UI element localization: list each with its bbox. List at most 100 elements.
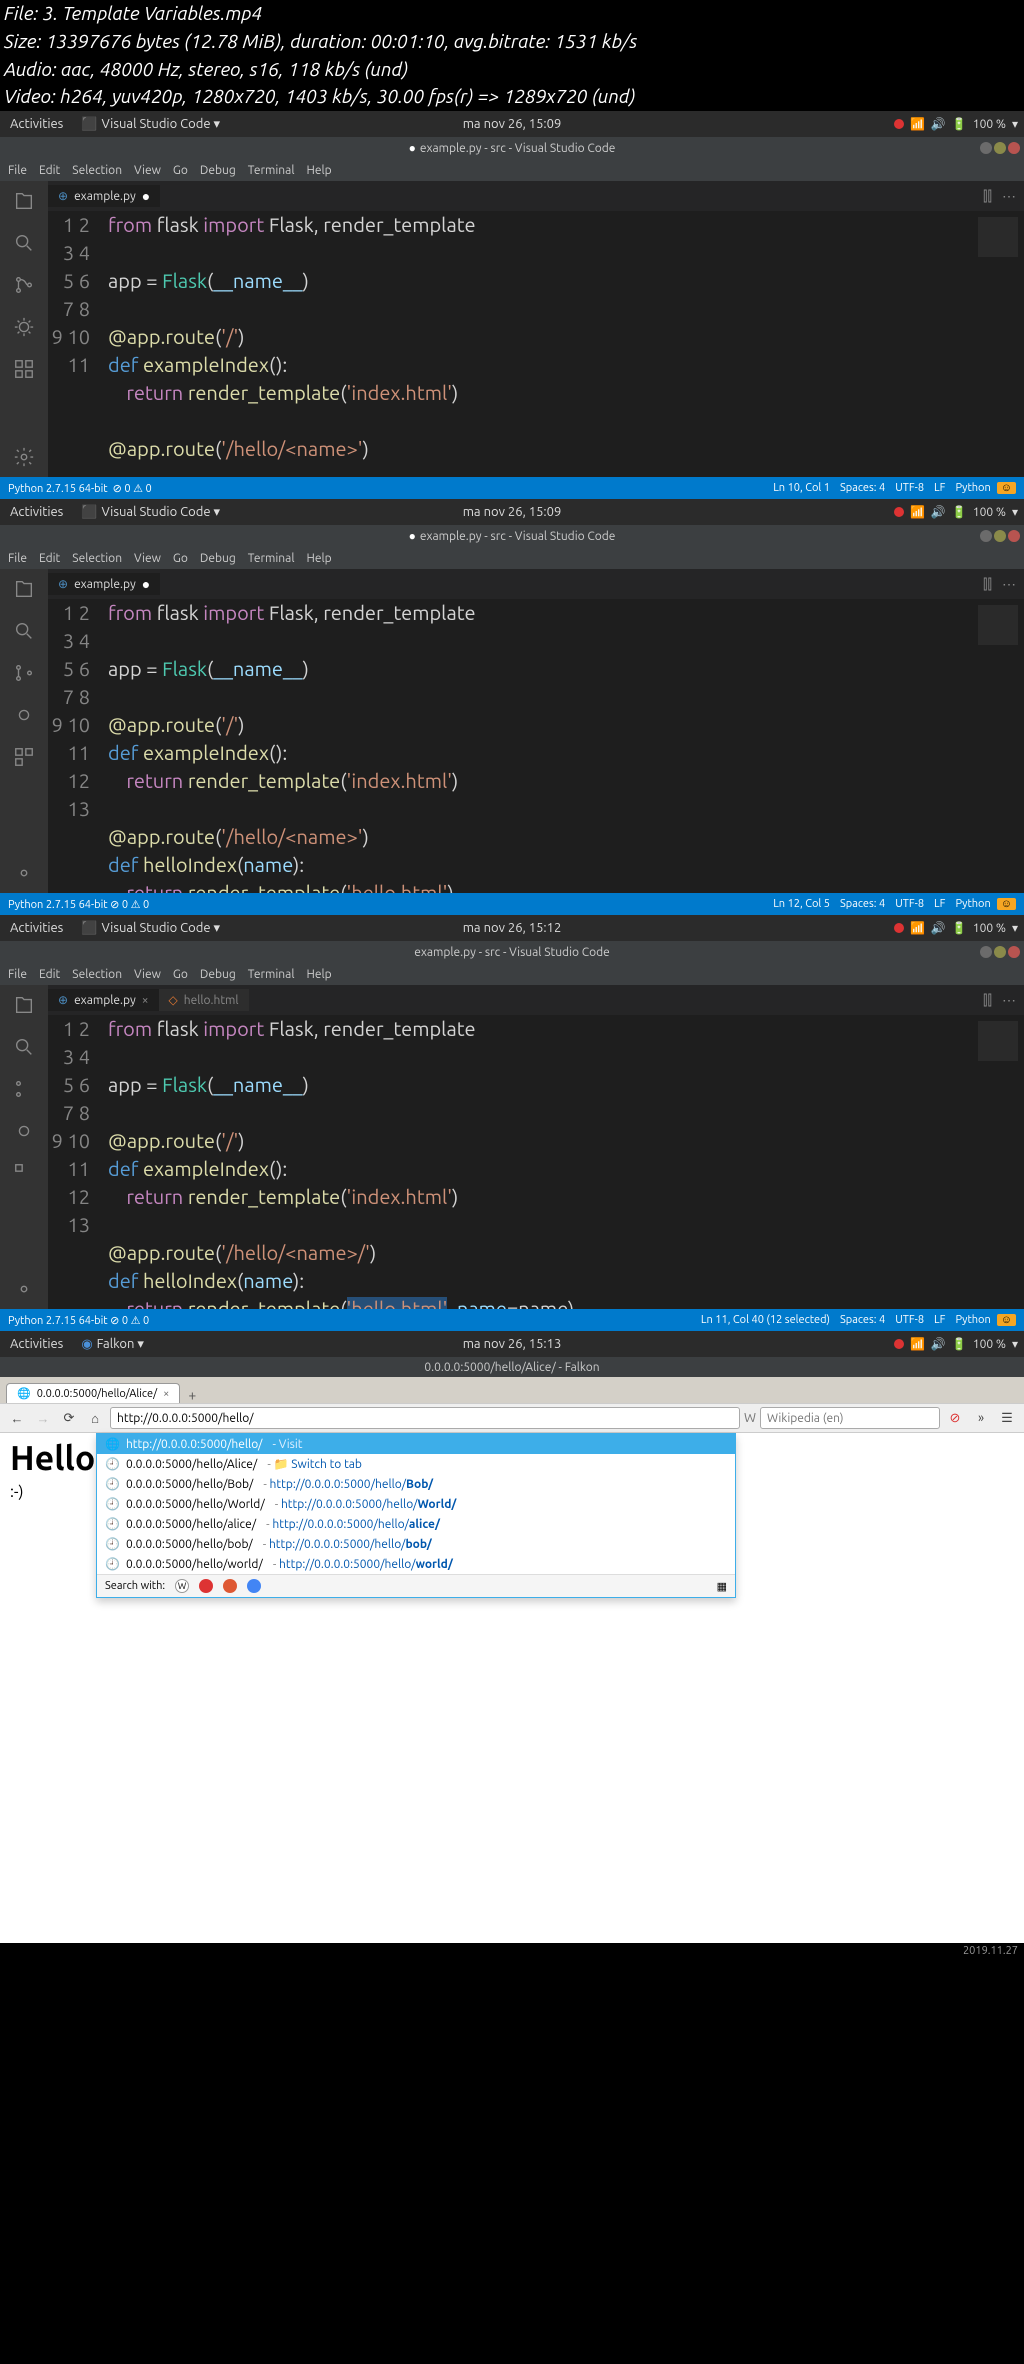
extensions-icon[interactable] xyxy=(12,1161,36,1185)
status-lang[interactable]: Python xyxy=(955,482,990,494)
battery-icon[interactable]: 🔋 xyxy=(952,117,967,131)
app-menu[interactable]: ⬛Visual Studio Code ▾ xyxy=(73,117,228,132)
debug-icon[interactable] xyxy=(12,703,36,727)
scm-icon[interactable] xyxy=(12,1077,36,1101)
menu-view[interactable]: View xyxy=(134,968,161,981)
status-python[interactable]: Python 2.7.15 64-bit xyxy=(8,483,108,495)
clock[interactable]: ma nov 26, 15:09 xyxy=(463,505,562,519)
system-tray[interactable]: 📶 🔊 🔋 100 % ▾ xyxy=(894,117,1018,131)
menu-help[interactable]: Help xyxy=(306,552,331,565)
search-icon[interactable] xyxy=(12,231,36,255)
menu-help[interactable]: Help xyxy=(306,968,331,981)
settings-gear-icon[interactable] xyxy=(12,445,36,469)
menu-selection[interactable]: Selection xyxy=(72,552,122,565)
menu-debug[interactable]: Debug xyxy=(200,552,236,565)
debug-icon[interactable] xyxy=(12,1119,36,1143)
menu-edit[interactable]: Edit xyxy=(39,968,60,981)
new-tab-button[interactable]: + xyxy=(184,1387,200,1403)
tab-example-py[interactable]: ⊕example.py● xyxy=(48,573,160,595)
more-icon[interactable]: ⋯ xyxy=(1002,188,1016,205)
search-engine-opera-icon[interactable] xyxy=(199,1579,213,1593)
menu-terminal[interactable]: Terminal xyxy=(248,968,295,981)
search-icon[interactable] xyxy=(12,619,36,643)
home-button[interactable]: ⌂ xyxy=(84,1407,106,1429)
status-eol[interactable]: LF xyxy=(934,482,945,494)
menu-debug[interactable]: Debug xyxy=(200,968,236,981)
status-spaces[interactable]: Spaces: 4 xyxy=(840,482,885,494)
url-bar[interactable] xyxy=(110,1407,740,1429)
menu-go[interactable]: Go xyxy=(173,552,188,565)
forward-button[interactable]: → xyxy=(32,1407,54,1429)
menu-edit[interactable]: Edit xyxy=(39,164,60,177)
dropdown-item-selected[interactable]: 🌐 http://0.0.0.0:5000/hello/ - Visit xyxy=(97,1434,735,1454)
code-editor[interactable]: 1 2 3 4 5 6 7 8 9 10 11 12 13 from flask… xyxy=(48,1015,1024,1309)
scm-icon[interactable] xyxy=(12,273,36,297)
activities-button[interactable]: Activities xyxy=(0,117,73,131)
settings-gear-icon[interactable] xyxy=(12,861,36,885)
network-icon[interactable]: 📶 xyxy=(910,117,925,131)
status-problems[interactable]: ⊘ 0 ⚠ 0 xyxy=(113,483,152,495)
code-content[interactable]: from flask import Flask, render_template… xyxy=(108,211,964,477)
status-feedback[interactable]: ☺ xyxy=(997,482,1016,494)
browser-viewport[interactable]: Hello A :-) 🌐 http://0.0.0.0:5000/hello/… xyxy=(0,1433,1024,1943)
dropdown-item[interactable]: 🕘0.0.0.0:5000/hello/Bob/ - http://0.0.0.… xyxy=(97,1474,735,1494)
status-cursor[interactable]: Ln 10, Col 1 xyxy=(773,482,830,494)
dropdown-item[interactable]: 🕘0.0.0.0:5000/hello/alice/ - http://0.0.… xyxy=(97,1514,735,1534)
activities-button[interactable]: Activities xyxy=(0,505,73,519)
code-editor[interactable]: 1 2 3 4 5 6 7 8 9 10 11 from flask impor… xyxy=(48,211,1024,477)
explorer-icon[interactable] xyxy=(12,993,36,1017)
menu-edit[interactable]: Edit xyxy=(39,552,60,565)
menu-file[interactable]: File xyxy=(8,968,27,981)
reload-button[interactable]: ⟳ xyxy=(58,1407,80,1429)
code-editor[interactable]: 1 2 3 4 5 6 7 8 9 10 11 12 13 from flask… xyxy=(48,599,1024,893)
menu-view[interactable]: View xyxy=(134,164,161,177)
menu-go[interactable]: Go xyxy=(173,164,188,177)
volume-icon[interactable]: 🔊 xyxy=(931,117,946,131)
search-engine-wikipedia-icon[interactable]: W xyxy=(175,1579,189,1593)
debug-icon[interactable] xyxy=(12,315,36,339)
search-icon[interactable] xyxy=(12,1035,36,1059)
menu-help[interactable]: Help xyxy=(306,164,331,177)
tab-example-py[interactable]: ⊕example.py× xyxy=(48,989,159,1011)
power-icon[interactable]: ▾ xyxy=(1012,117,1018,131)
browser-tab[interactable]: 🌐 0.0.0.0:5000/hello/Alice/ × xyxy=(6,1383,180,1403)
menu-view[interactable]: View xyxy=(134,552,161,565)
search-bar[interactable] xyxy=(760,1407,940,1429)
minimap[interactable] xyxy=(964,211,1024,477)
menu-file[interactable]: File xyxy=(8,552,27,565)
extensions-icon[interactable] xyxy=(12,745,36,769)
dropdown-item[interactable]: 🕘0.0.0.0:5000/hello/Alice/ - 📁 Switch to… xyxy=(97,1454,735,1474)
menu-selection[interactable]: Selection xyxy=(72,968,122,981)
settings-gear-icon[interactable] xyxy=(12,1277,36,1301)
notification-icon[interactable] xyxy=(894,119,904,129)
tab-close-icon[interactable]: × xyxy=(163,1388,169,1400)
app-menu[interactable]: ⬛Visual Studio Code ▾ xyxy=(73,505,228,520)
expand-icon[interactable]: ▦ xyxy=(717,1580,727,1593)
menu-icon[interactable]: ☰ xyxy=(996,1407,1018,1429)
scm-icon[interactable] xyxy=(12,661,36,685)
search-engine-google-icon[interactable] xyxy=(247,1579,261,1593)
chevron-icon[interactable]: » xyxy=(970,1407,992,1429)
menu-go[interactable]: Go xyxy=(173,968,188,981)
search-engine-duckduckgo-icon[interactable] xyxy=(223,1579,237,1593)
tab-hello-html[interactable]: ◇hello.html xyxy=(159,989,249,1011)
menu-selection[interactable]: Selection xyxy=(72,164,122,177)
clock[interactable]: ma nov 26, 15:09 xyxy=(463,117,562,131)
maximize-button[interactable] xyxy=(994,142,1006,154)
explorer-icon[interactable] xyxy=(12,189,36,213)
dropdown-item[interactable]: 🕘0.0.0.0:5000/hello/World/ - http://0.0.… xyxy=(97,1494,735,1514)
dropdown-item[interactable]: 🕘0.0.0.0:5000/hello/bob/ - http://0.0.0.… xyxy=(97,1534,735,1554)
status-encoding[interactable]: UTF-8 xyxy=(895,482,924,494)
menu-terminal[interactable]: Terminal xyxy=(248,552,295,565)
menu-file[interactable]: File xyxy=(8,164,27,177)
back-button[interactable]: ← xyxy=(6,1407,28,1429)
explorer-icon[interactable] xyxy=(12,577,36,601)
menu-debug[interactable]: Debug xyxy=(200,164,236,177)
dropdown-item[interactable]: 🕘0.0.0.0:5000/hello/world/ - http://0.0.… xyxy=(97,1554,735,1574)
tab-close-icon[interactable]: × xyxy=(142,994,149,1007)
minimize-button[interactable] xyxy=(980,142,992,154)
extensions-icon[interactable] xyxy=(12,357,36,381)
split-editor-icon[interactable]: ⫿⫿ xyxy=(983,188,992,205)
tab-example-py[interactable]: ⊕ example.py ● xyxy=(48,185,160,207)
close-button[interactable] xyxy=(1008,142,1020,154)
